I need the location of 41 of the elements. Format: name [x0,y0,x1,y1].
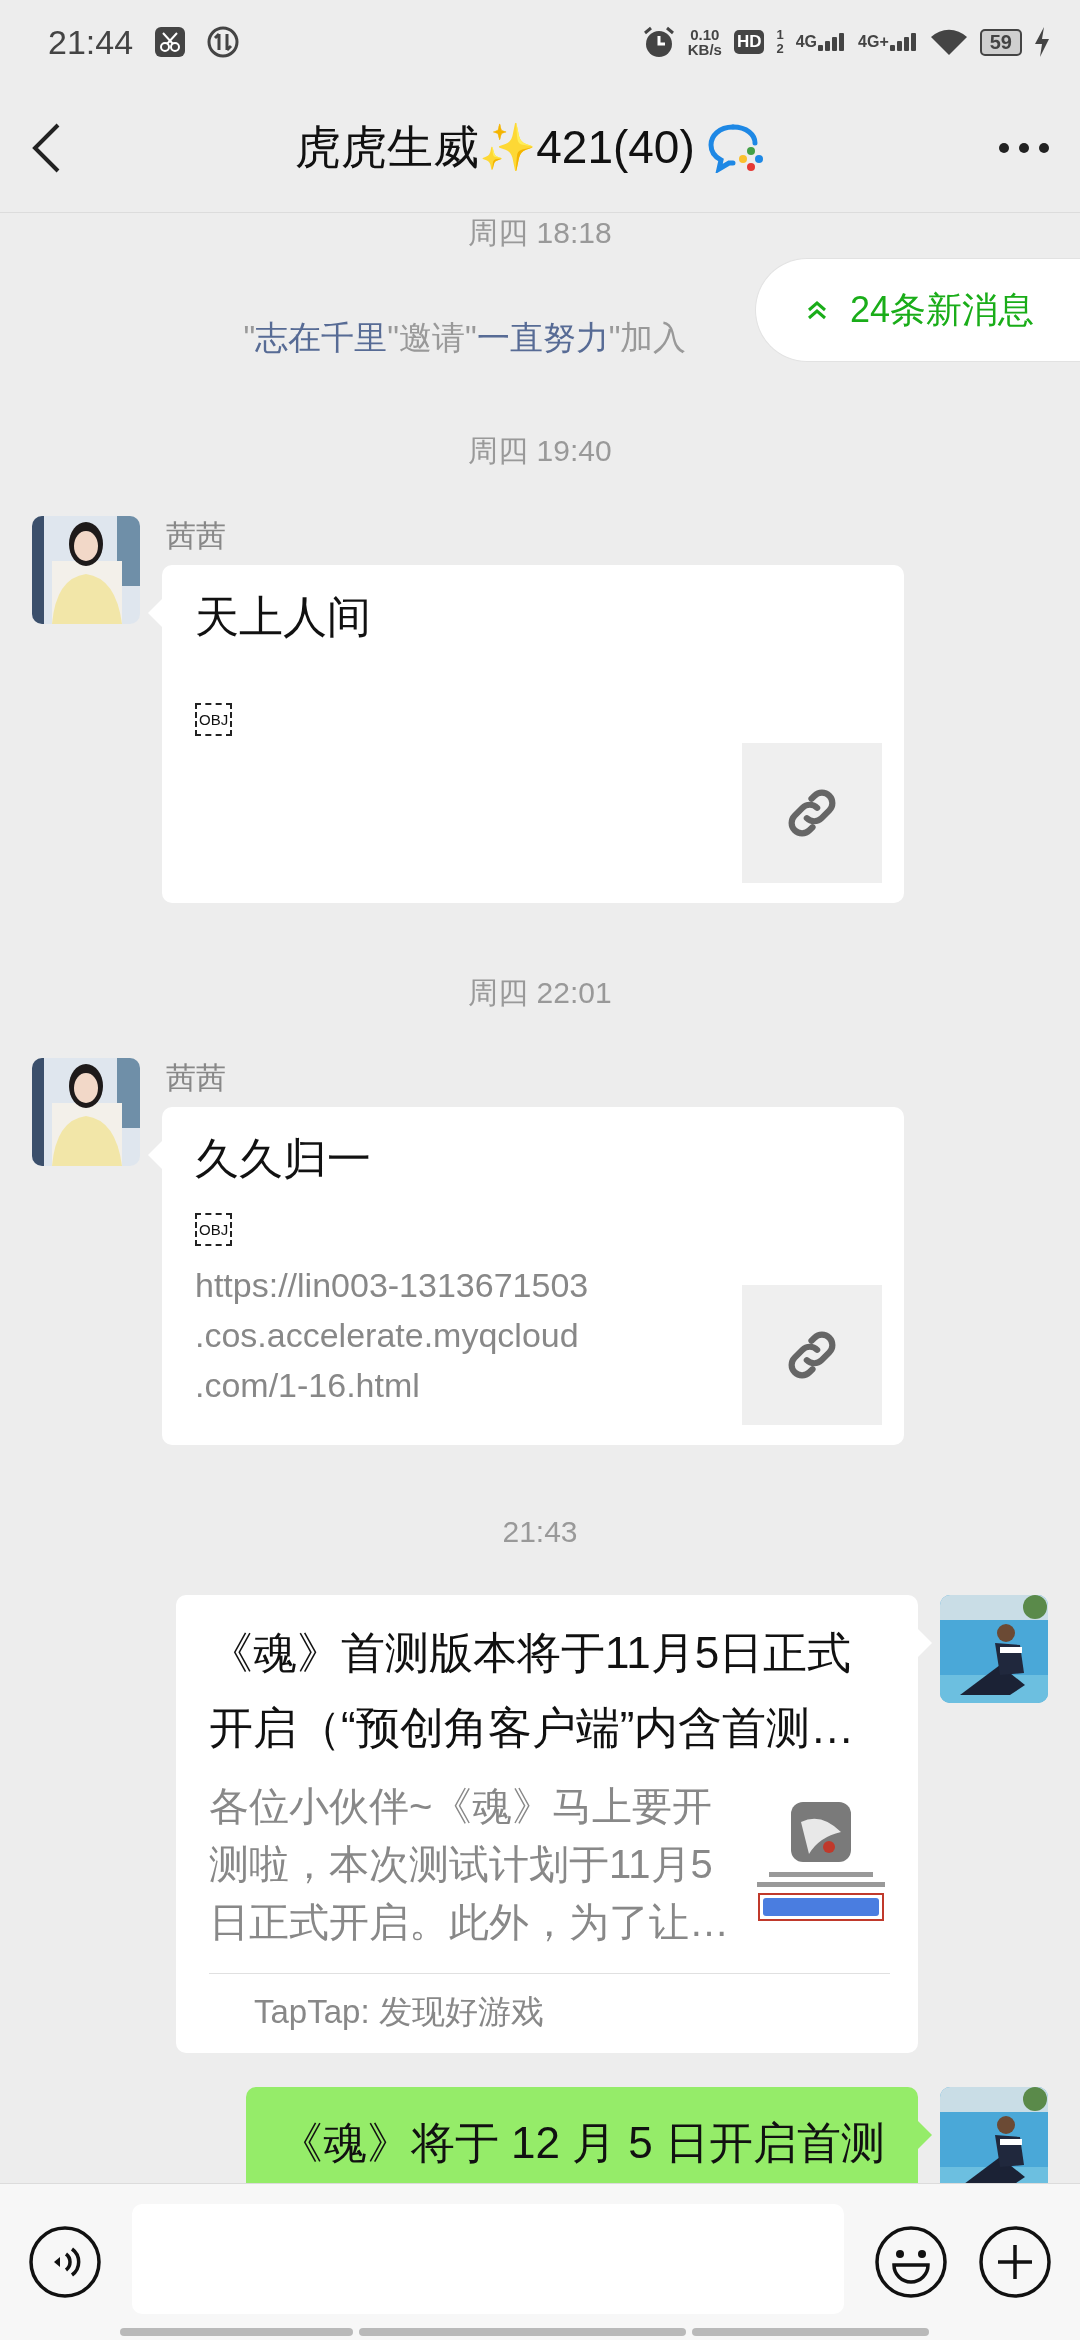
article-description: 各位小伙伴~《魂》马上要开 测啦，本次测试计划于11月5 日正式开启。此外，为了让… [209,1783,729,1946]
emoji-icon[interactable] [874,2225,948,2299]
sender-name: 茜茜 [166,518,227,554]
double-chevron-up-icon [806,299,828,321]
speed-unit: KB/s [687,42,722,57]
back-icon[interactable] [30,122,62,174]
timestamp: 周四 19:40 [468,433,612,469]
sim-label: 2 [776,42,784,56]
timestamp: 周四 18:18 [468,215,612,251]
signal-icon [818,33,847,51]
charging-icon [1034,27,1050,57]
more-icon[interactable] [998,142,1050,154]
data-transfer-icon [207,26,240,58]
sender-name: 茜茜 [166,1060,227,1096]
member-link[interactable]: 志在千里 [255,319,388,356]
article-source: TapTap: 发现好游戏 [253,1992,545,2032]
object-placeholder: OBJ [195,703,233,736]
clock-time: 21:44 [48,22,134,62]
network-speed: 0.10 [690,27,720,42]
voice-icon[interactable] [28,2225,102,2299]
system-message: "志在千里"邀请"一直努力"加入 [243,318,687,358]
link-url: https://lin003-1313671503 .cos.accelerate.myqcloud .com/1-16.html [195,1264,590,1406]
scissors-icon [155,27,186,57]
chat-bubble-icon [706,123,765,173]
link-title: 久久归一 [195,1133,372,1185]
chat-title: 虎虎生威✨421(40) [295,120,695,175]
signal-icon [889,33,918,51]
article-title: 《魂》首测版本将于11月5日正式 开启（“预创角客户端”内含首测… [209,1627,856,1754]
sim-label: 1 [776,28,784,42]
network-type: 4G+ [858,33,889,51]
timestamp: 21:43 [502,1515,578,1549]
alarm-icon [641,25,676,59]
network-type: 4G [795,33,818,51]
link-title: 天上人间 [195,591,372,643]
battery-level: 59 [979,28,1022,56]
object-placeholder: OBJ [195,1212,233,1246]
hd-badge: HD [733,30,765,54]
wifi-icon [929,27,968,57]
member-link[interactable]: 一直努力 [476,319,609,356]
add-icon[interactable] [978,2225,1052,2299]
timestamp: 周四 22:01 [468,975,612,1011]
